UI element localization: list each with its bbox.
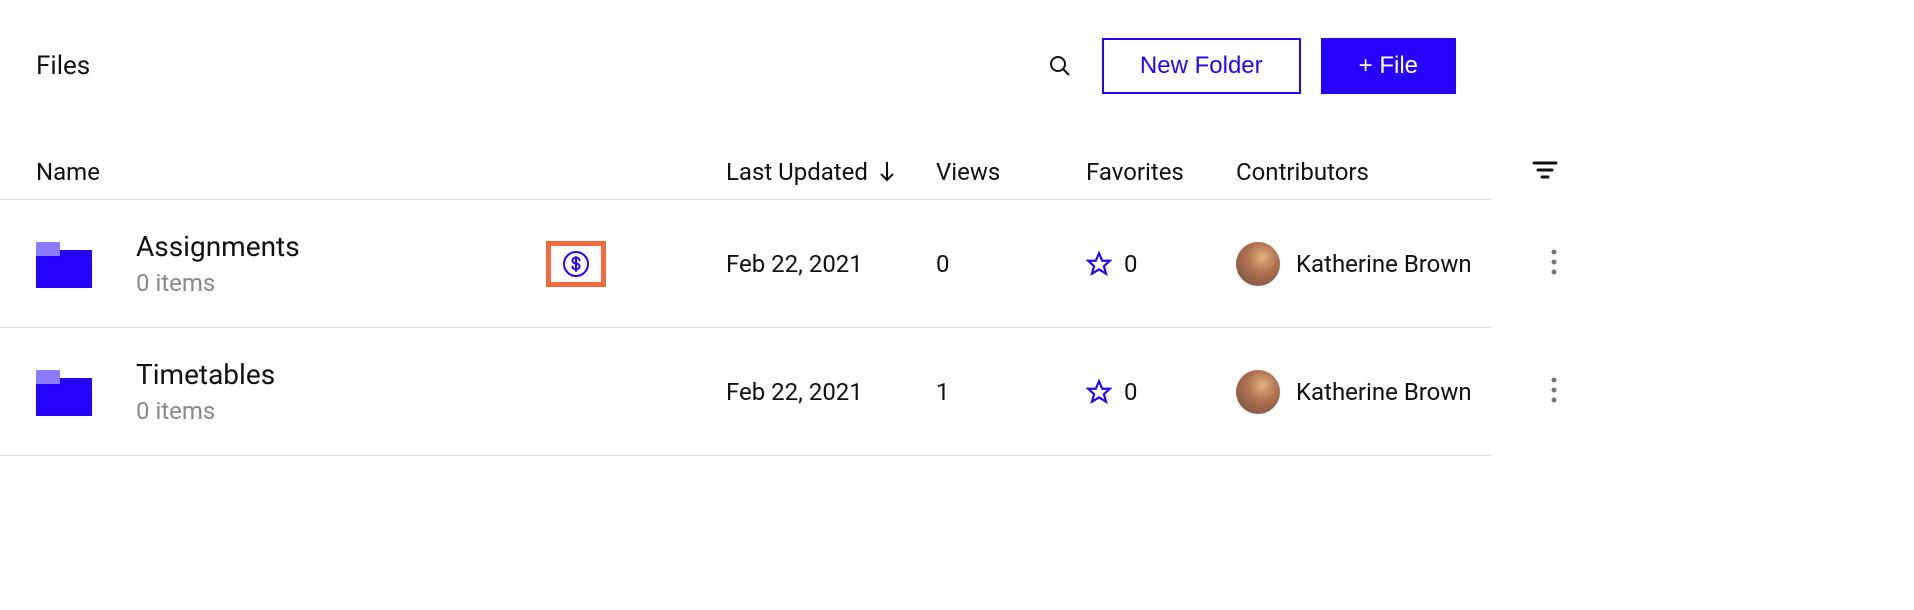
- search-button[interactable]: [1038, 44, 1082, 88]
- row-name: Timetables: [136, 358, 536, 391]
- star-icon[interactable]: [1086, 379, 1112, 405]
- row-last-updated: Feb 22, 2021: [726, 378, 926, 406]
- folder-icon: [36, 368, 92, 416]
- search-icon: [1048, 54, 1072, 78]
- row-last-updated: Feb 22, 2021: [726, 250, 926, 278]
- column-header-name[interactable]: Name: [36, 158, 536, 186]
- more-vertical-icon: [1550, 376, 1558, 404]
- row-name: Assignments: [136, 230, 536, 263]
- column-filter-button[interactable]: [1524, 152, 1566, 191]
- table-row[interactable]: Assignments 0 items Feb 22, 2021 0 0: [0, 200, 1492, 328]
- avatar: [1236, 370, 1280, 414]
- column-header-views[interactable]: Views: [936, 158, 1076, 186]
- dollar-icon: [562, 250, 590, 278]
- sort-desc-icon: [878, 160, 896, 184]
- files-table: Name Last Updated Views Favorites Contri…: [0, 144, 1492, 456]
- column-header-last-updated[interactable]: Last Updated: [726, 158, 926, 186]
- header-bar: Files New Folder + File: [0, 36, 1492, 96]
- row-favorites: 0: [1124, 250, 1138, 278]
- more-vertical-icon: [1550, 248, 1558, 276]
- page-title: Files: [36, 51, 90, 81]
- folder-icon: [36, 240, 92, 288]
- row-contributor: Katherine Brown: [1296, 378, 1472, 406]
- table-row[interactable]: Timetables 0 items Feb 22, 2021 1 0 Kath…: [0, 328, 1492, 456]
- dollar-badge[interactable]: [546, 241, 606, 287]
- row-contributor: Katherine Brown: [1296, 250, 1472, 278]
- row-more-button[interactable]: [1542, 368, 1566, 415]
- star-icon[interactable]: [1086, 251, 1112, 277]
- column-header-favorites[interactable]: Favorites: [1086, 158, 1226, 186]
- row-views: 1: [936, 378, 1076, 406]
- row-more-button[interactable]: [1542, 240, 1566, 287]
- new-folder-button[interactable]: New Folder: [1102, 38, 1301, 94]
- row-views: 0: [936, 250, 1076, 278]
- row-subtitle: 0 items: [136, 269, 536, 297]
- table-header: Name Last Updated Views Favorites Contri…: [0, 144, 1492, 200]
- column-header-last-updated-label: Last Updated: [726, 158, 868, 186]
- row-subtitle: 0 items: [136, 397, 536, 425]
- filter-icon: [1532, 160, 1558, 180]
- column-header-contributors[interactable]: Contributors: [1236, 158, 1496, 186]
- add-file-button[interactable]: + File: [1321, 38, 1456, 94]
- row-favorites: 0: [1124, 378, 1138, 406]
- avatar: [1236, 242, 1280, 286]
